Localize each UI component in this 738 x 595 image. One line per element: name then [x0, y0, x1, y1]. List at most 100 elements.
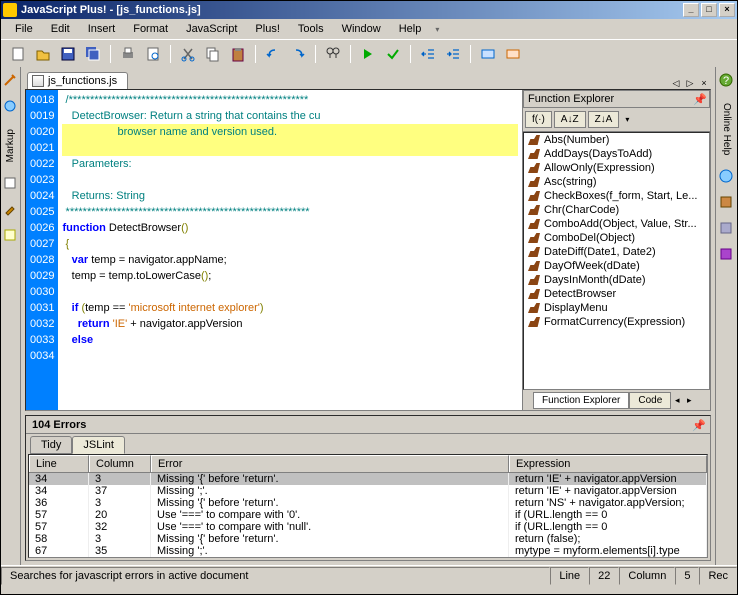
find-button[interactable] — [322, 43, 344, 65]
function-list-item[interactable]: DetectBrowser — [524, 287, 709, 301]
paste-button[interactable] — [227, 43, 249, 65]
status-column-value: 5 — [675, 567, 699, 585]
status-bar: Searches for javascript errors in active… — [1, 565, 737, 585]
function-list-item[interactable]: DisplayMenu — [524, 301, 709, 315]
tab-prev-button[interactable]: ◁ — [670, 77, 682, 89]
library-icon[interactable] — [719, 247, 735, 263]
error-row[interactable]: 5732Use '===' to compare with 'null'.if … — [29, 521, 707, 533]
error-row[interactable]: 3437Missing ';'.return 'IE' + navigator.… — [29, 485, 707, 497]
help-icon[interactable]: ? — [719, 73, 735, 89]
menu-tools[interactable]: Tools — [290, 21, 332, 37]
function-list-item[interactable]: DaysInMonth(dDate) — [524, 273, 709, 287]
document-icon — [32, 75, 44, 87]
tab-scroll-right[interactable]: ▸ — [683, 395, 695, 406]
save-all-button[interactable] — [82, 43, 104, 65]
func-filter-button[interactable]: f(·) — [525, 111, 552, 128]
function-list-item[interactable]: ComboDel(Object) — [524, 231, 709, 245]
close-button[interactable]: × — [719, 3, 735, 17]
sort-za-button[interactable]: Z↓A — [588, 111, 620, 128]
column-header-column[interactable]: Column — [89, 455, 151, 472]
function-list-item[interactable]: DayOfWeek(dDate) — [524, 259, 709, 273]
menu-format[interactable]: Format — [125, 21, 176, 37]
tidy-tab[interactable]: Tidy — [30, 436, 72, 454]
print-button[interactable] — [117, 43, 139, 65]
column-header-error[interactable]: Error — [151, 455, 509, 472]
function-icon — [528, 247, 540, 257]
menu-edit[interactable]: Edit — [43, 21, 78, 37]
code-tab[interactable]: Code — [629, 392, 671, 409]
online-help-tab[interactable]: Online Help — [719, 99, 734, 159]
outdent-button[interactable] — [417, 43, 439, 65]
title-bar: JavaScript Plus! - [js_functions.js] _ □… — [1, 1, 737, 19]
function-icon — [528, 205, 540, 215]
redo-button[interactable] — [287, 43, 309, 65]
tools-icon[interactable] — [719, 221, 735, 237]
comment-button[interactable] — [477, 43, 499, 65]
function-list-item[interactable]: AddDays(DaysToAdd) — [524, 147, 709, 161]
script-icon[interactable] — [3, 228, 19, 244]
error-row[interactable]: 6735Missing ';'.mytype = myform.elements… — [29, 545, 707, 557]
function-list-item[interactable]: ComboAdd(Object, Value, Str... — [524, 217, 709, 231]
function-list-item[interactable]: Chr(CharCode) — [524, 203, 709, 217]
globe-icon[interactable] — [719, 169, 735, 185]
indent-button[interactable] — [442, 43, 464, 65]
check-button[interactable] — [382, 43, 404, 65]
menu-javascript[interactable]: JavaScript — [178, 21, 245, 37]
function-list-item[interactable]: FormatCurrency(Expression) — [524, 315, 709, 329]
column-header-line[interactable]: Line — [29, 455, 89, 472]
wizard-icon[interactable] — [3, 73, 19, 89]
tab-filename: js_functions.js — [48, 75, 117, 87]
print-preview-button[interactable] — [142, 43, 164, 65]
error-row[interactable]: 343Missing '{' before 'return'.return 'I… — [29, 473, 707, 485]
pin-icon[interactable]: 📌 — [692, 419, 704, 431]
main-toolbar — [1, 39, 737, 67]
menu-insert[interactable]: Insert — [80, 21, 124, 37]
func-explorer-tab[interactable]: Function Explorer — [533, 392, 629, 409]
menu-file[interactable]: File — [7, 21, 41, 37]
undo-button[interactable] — [262, 43, 284, 65]
sort-az-button[interactable]: A↓Z — [554, 111, 586, 128]
run-button[interactable] — [357, 43, 379, 65]
cut-button[interactable] — [177, 43, 199, 65]
status-line-value: 22 — [589, 567, 619, 585]
error-row[interactable]: 363Missing '{' before 'return'.return 'N… — [29, 497, 707, 509]
maximize-button[interactable]: □ — [701, 3, 717, 17]
column-header-expression[interactable]: Expression — [509, 455, 707, 472]
tab-next-button[interactable]: ▷ — [684, 77, 696, 89]
jslint-tab[interactable]: JSLint — [72, 436, 125, 454]
function-icon — [528, 317, 540, 327]
tab-close-button[interactable]: × — [698, 77, 710, 89]
open-file-button[interactable] — [32, 43, 54, 65]
function-list-item[interactable]: Abs(Number) — [524, 133, 709, 147]
status-rec: Rec — [699, 567, 737, 585]
function-list[interactable]: Abs(Number)AddDays(DaysToAdd)AllowOnly(E… — [523, 132, 710, 390]
tab-scroll-left[interactable]: ◂ — [671, 395, 683, 406]
code-editor[interactable]: /***************************************… — [58, 90, 522, 410]
function-list-item[interactable]: DateDiff(Date1, Date2) — [524, 245, 709, 259]
status-line-label: Line — [550, 567, 589, 585]
function-list-item[interactable]: CheckBoxes(f_form, Start, Le... — [524, 189, 709, 203]
new-file-button[interactable] — [7, 43, 29, 65]
document-tab[interactable]: js_functions.js — [27, 72, 128, 89]
menu-overflow-icon[interactable]: ▾ — [435, 25, 439, 34]
brush-icon[interactable] — [3, 202, 19, 218]
menu-plus[interactable]: Plus! — [247, 21, 287, 37]
function-list-item[interactable]: Asc(string) — [524, 175, 709, 189]
menu-window[interactable]: Window — [334, 21, 389, 37]
form-icon[interactable] — [3, 176, 19, 192]
error-row[interactable]: 5720Use '===' to compare with '0'.if (UR… — [29, 509, 707, 521]
toolbar-overflow-icon[interactable]: ▾ — [625, 115, 629, 124]
function-explorer-panel: Function Explorer 📌 f(·) A↓Z Z↓A ▾ Abs(N… — [522, 90, 710, 410]
uncomment-button[interactable] — [502, 43, 524, 65]
pin-icon[interactable]: 📌 — [693, 93, 705, 105]
function-explorer-title: Function Explorer — [528, 93, 693, 105]
function-list-item[interactable]: AllowOnly(Expression) — [524, 161, 709, 175]
minimize-button[interactable]: _ — [683, 3, 699, 17]
save-button[interactable] — [57, 43, 79, 65]
palette-icon[interactable] — [3, 99, 19, 115]
book-icon[interactable] — [719, 195, 735, 211]
menu-help[interactable]: Help — [391, 21, 430, 37]
markup-tab[interactable]: Markup — [3, 125, 18, 166]
copy-button[interactable] — [202, 43, 224, 65]
error-row[interactable]: 583Missing '{' before 'return'.return (f… — [29, 533, 707, 545]
